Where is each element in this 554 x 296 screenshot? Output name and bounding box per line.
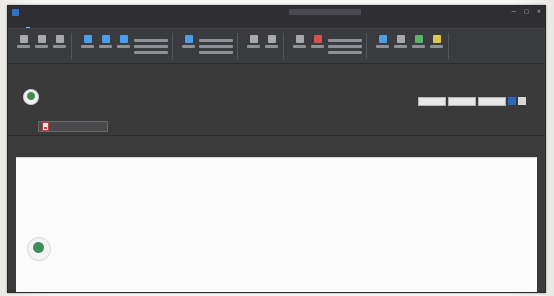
- insights-button[interactable]: [429, 35, 444, 57]
- ribbon-group-delete: [12, 33, 72, 59]
- maximize-icon[interactable]: □: [524, 9, 529, 15]
- reply-icon: [83, 35, 92, 43]
- translate-icon: [378, 35, 387, 43]
- categorize-button[interactable]: [310, 35, 325, 57]
- message-actions: [418, 97, 526, 106]
- sender-avatar: [23, 89, 39, 105]
- archive-button[interactable]: [52, 35, 67, 57]
- organization-logo-icon: [33, 242, 44, 253]
- forward-button[interactable]: [478, 97, 506, 106]
- signature-logo: [27, 237, 51, 261]
- action-row: [418, 97, 526, 106]
- translate-button[interactable]: [375, 35, 390, 57]
- window-controls: — □ ×: [511, 9, 541, 15]
- mail-app-icon: [12, 8, 19, 16]
- move-button[interactable]: [246, 35, 261, 57]
- move-icon: [249, 35, 258, 43]
- more-options-icon[interactable]: [518, 97, 526, 105]
- title-bar: — □ ×: [8, 6, 545, 18]
- reply-ribbon-button[interactable]: [80, 35, 95, 57]
- ignore-button[interactable]: [16, 35, 31, 57]
- insights-icon: [432, 35, 441, 43]
- quick-steps-list[interactable]: [199, 35, 233, 57]
- menu-bar: [8, 18, 545, 28]
- delete-button[interactable]: [34, 35, 49, 57]
- menu-help[interactable]: [39, 27, 43, 28]
- close-icon[interactable]: ×: [537, 9, 541, 15]
- message-body: [16, 157, 537, 293]
- minimize-icon[interactable]: —: [511, 9, 516, 15]
- ribbon-group-respond: [76, 33, 173, 59]
- reply-all-icon: [101, 35, 110, 43]
- reply-all-button[interactable]: [448, 97, 476, 106]
- ribbon-group-quick-steps: [177, 33, 238, 59]
- pdf-file-icon: [42, 122, 49, 131]
- ignore-icon: [19, 35, 28, 43]
- addins-icon: [414, 35, 423, 43]
- email-client-window: — □ ×: [7, 5, 546, 293]
- ribbon-toolbar: [8, 28, 545, 64]
- archive-icon: [55, 35, 64, 43]
- reply-all-ribbon-button[interactable]: [98, 35, 113, 57]
- tag-options[interactable]: [328, 35, 362, 57]
- respond-more-options[interactable]: [134, 35, 168, 57]
- delete-icon: [37, 35, 46, 43]
- reply-button[interactable]: [418, 97, 446, 106]
- menu-file[interactable]: [13, 27, 17, 28]
- teams-share-icon[interactable]: [508, 97, 516, 105]
- zoom-icon: [396, 35, 405, 43]
- forward-ribbon-button[interactable]: [116, 35, 131, 57]
- attachment-chip[interactable]: [38, 121, 108, 132]
- ribbon-group-editing: [371, 33, 449, 59]
- horizontal-scrollbar[interactable]: [16, 292, 537, 293]
- ribbon-group-tags: [288, 33, 367, 59]
- search-box[interactable]: [289, 9, 362, 15]
- rules-button[interactable]: [264, 35, 279, 57]
- category-icon: [313, 35, 322, 43]
- rules-icon: [267, 35, 276, 43]
- addins-button[interactable]: [411, 35, 426, 57]
- menu-message[interactable]: [26, 26, 30, 28]
- teams-button[interactable]: [181, 35, 196, 57]
- unread-button[interactable]: [292, 35, 307, 57]
- zoom-button[interactable]: [393, 35, 408, 57]
- forward-icon: [119, 35, 128, 43]
- sender-logo-icon: [27, 92, 35, 100]
- envelope-icon: [295, 35, 304, 43]
- teams-icon: [184, 35, 193, 43]
- ribbon-group-move: [242, 33, 284, 59]
